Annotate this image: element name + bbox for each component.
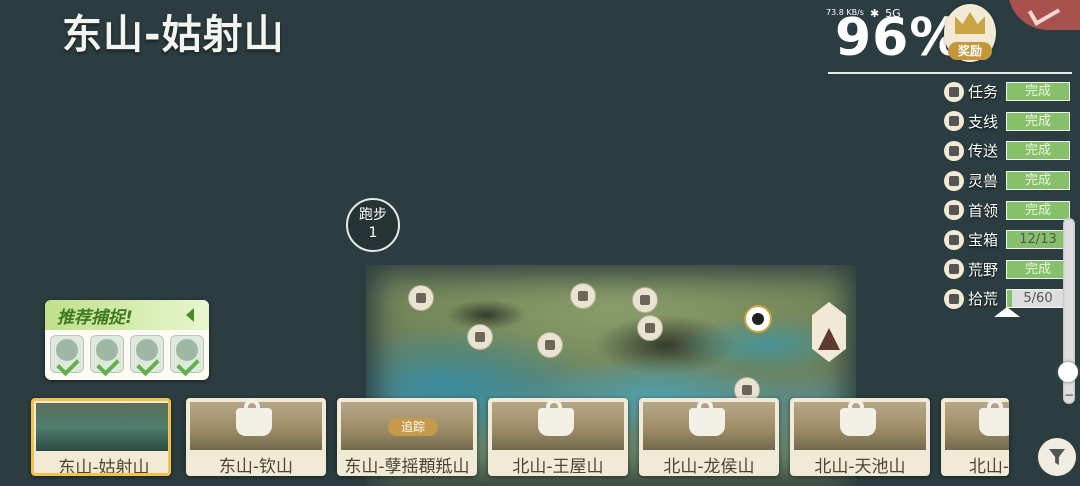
crossed-tools-icon[interactable] — [537, 332, 563, 358]
task-icon — [944, 81, 964, 102]
run-count: 1 — [368, 225, 378, 241]
flag-icon[interactable] — [467, 324, 493, 350]
run-label: 跑步 — [359, 207, 387, 223]
creature-slot[interactable] — [130, 335, 164, 377]
region-card[interactable]: 北山-龙侯山 — [639, 398, 779, 476]
checklist-row[interactable]: 灵兽 完成 — [944, 166, 1074, 196]
region-card[interactable]: 北山-天池山 — [790, 398, 930, 476]
creature-slot[interactable] — [90, 335, 124, 377]
page-title: 东山-姑射山 — [62, 12, 285, 58]
creature-slot[interactable] — [50, 335, 84, 377]
run-marker[interactable]: 跑步 1 — [346, 198, 400, 252]
recommend-title: 推荐捕捉! — [57, 308, 133, 328]
boss-icon — [944, 200, 964, 221]
wild-icon — [944, 259, 964, 280]
checklist-value: 完成 — [1006, 171, 1070, 191]
chest-icon — [944, 229, 964, 250]
checklist-value: 完成 — [1006, 111, 1070, 131]
divider — [828, 72, 1072, 74]
checklist-value: 完成 — [1006, 82, 1070, 102]
region-card[interactable]: 追踪 东山-孽摇頵羝山 — [337, 398, 477, 476]
reward-button[interactable]: 奖励 — [944, 4, 996, 62]
beast-icon — [944, 170, 964, 191]
checklist-label: 首领 — [968, 201, 999, 220]
checklist-row[interactable]: 传送 完成 — [944, 136, 1074, 166]
region-name: 北山-天池山 — [814, 457, 906, 476]
checklist-value: 完成 — [1006, 259, 1070, 279]
checklist: 任务 完成 支线 完成 传送 完成 灵兽 完成 首领 完成 宝箱 12/13 荒… — [944, 77, 1074, 314]
checklist-value: 12/13 — [1006, 230, 1070, 250]
checklist-label: 灵兽 — [968, 172, 999, 191]
region-name: 北山-王屋山 — [512, 457, 604, 476]
region-thumbnail — [36, 403, 168, 451]
checklist-label: 宝箱 — [968, 231, 999, 250]
lock-icon — [538, 399, 574, 436]
teleport-icon — [944, 140, 964, 161]
reward-label: 奖励 — [948, 42, 992, 60]
checklist-row[interactable]: 支线 完成 — [944, 107, 1074, 137]
checklist-row[interactable]: 任务 完成 — [944, 77, 1074, 107]
shrine-icon[interactable] — [632, 287, 658, 313]
scavenge-icon — [944, 288, 964, 309]
checklist-label: 传送 — [968, 142, 999, 161]
region-name: 东山-姑射山 — [58, 458, 150, 476]
shovel-icon[interactable] — [408, 285, 434, 311]
checklist-label: 荒野 — [968, 260, 999, 279]
completion-percent: 96% — [835, 8, 963, 68]
region-name: 东山-钦山 — [218, 457, 294, 476]
zoom-out-icon[interactable]: − — [1063, 388, 1075, 402]
player-marker-icon — [744, 305, 772, 333]
region-name: 东山-孽摇頵羝山 — [344, 457, 470, 476]
checklist-row[interactable]: 荒野 完成 — [944, 255, 1074, 285]
teleport-point-icon[interactable] — [570, 283, 596, 309]
region-card[interactable]: 东山-钦山 — [186, 398, 326, 476]
track-badge[interactable]: 追踪 — [388, 418, 438, 436]
creature-slot[interactable] — [170, 335, 204, 377]
zoom-slider-handle[interactable] — [1058, 362, 1078, 382]
side-quest-icon — [944, 111, 964, 132]
lock-icon — [236, 399, 272, 436]
lock-icon — [689, 399, 725, 436]
checklist-value: 完成 — [1006, 141, 1070, 161]
back-button[interactable] — [1008, 0, 1080, 30]
checklist-row[interactable]: 首领 完成 — [944, 195, 1074, 225]
region-name: 北山- — [968, 457, 1009, 476]
region-card[interactable]: 北山-王屋山 — [488, 398, 628, 476]
crossed-tools-icon[interactable] — [637, 315, 663, 341]
region-name: 北山-龙侯山 — [663, 457, 755, 476]
checklist-label: 支线 — [968, 112, 999, 131]
region-card-active[interactable]: 东山-姑射山 — [31, 398, 171, 476]
lock-icon — [979, 399, 1009, 436]
checklist-row[interactable]: 宝箱 12/13 — [944, 225, 1074, 255]
caret-up-icon — [994, 307, 1020, 317]
checklist-label: 任务 — [968, 83, 999, 102]
checklist-value: 完成 — [1006, 200, 1070, 220]
collapse-icon[interactable] — [186, 308, 194, 322]
crown-icon — [955, 12, 985, 34]
region-card[interactable]: 北山- — [941, 398, 1009, 476]
filter-button[interactable] — [1038, 438, 1076, 476]
checklist-value: 5/60 — [1006, 289, 1070, 309]
lock-icon — [840, 399, 876, 436]
